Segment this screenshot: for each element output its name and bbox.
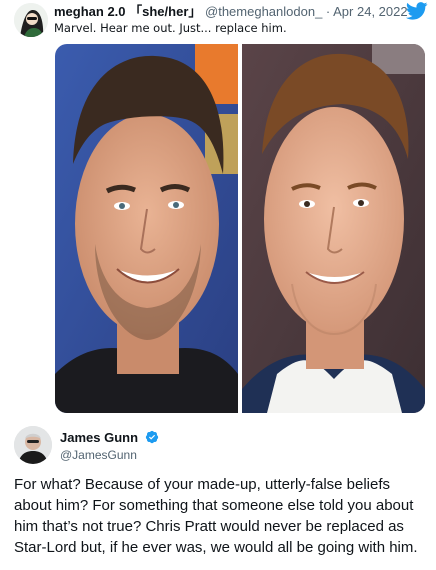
photo-of-smiling-man-left[interactable]: [55, 44, 238, 413]
reply-author-handle[interactable]: @JamesGunn: [60, 448, 137, 463]
twitter-bird-icon[interactable]: [406, 2, 428, 20]
quoted-tweet-text: Marvel. Hear me out. Just... replace him…: [54, 21, 287, 35]
reply-author-name[interactable]: James Gunn: [60, 430, 159, 446]
quoted-author-name[interactable]: meghan 2.0 「she/her」: [54, 4, 201, 19]
quoted-author-avatar[interactable]: [14, 3, 48, 37]
quoted-author-handle-date[interactable]: @themeghanlodon_ · Apr 24, 2022: [205, 4, 408, 19]
reply-author-avatar[interactable]: [14, 426, 52, 464]
tweet-media[interactable]: [55, 44, 425, 413]
reply-author-name-text: James Gunn: [60, 430, 139, 445]
reply-tweet[interactable]: James Gunn @JamesGunn For what? Because …: [0, 418, 436, 570]
quoted-tweet[interactable]: meghan 2.0 「she/her」 @themeghanlodon_ · …: [0, 0, 436, 418]
quoted-tweet-header: meghan 2.0 「she/her」 @themeghanlodon_ · …: [54, 3, 408, 20]
verified-badge-icon: [145, 430, 158, 444]
photo-of-smiling-man-right[interactable]: [242, 44, 425, 413]
reply-tweet-text: For what? Because of your made-up, utter…: [14, 476, 418, 556]
